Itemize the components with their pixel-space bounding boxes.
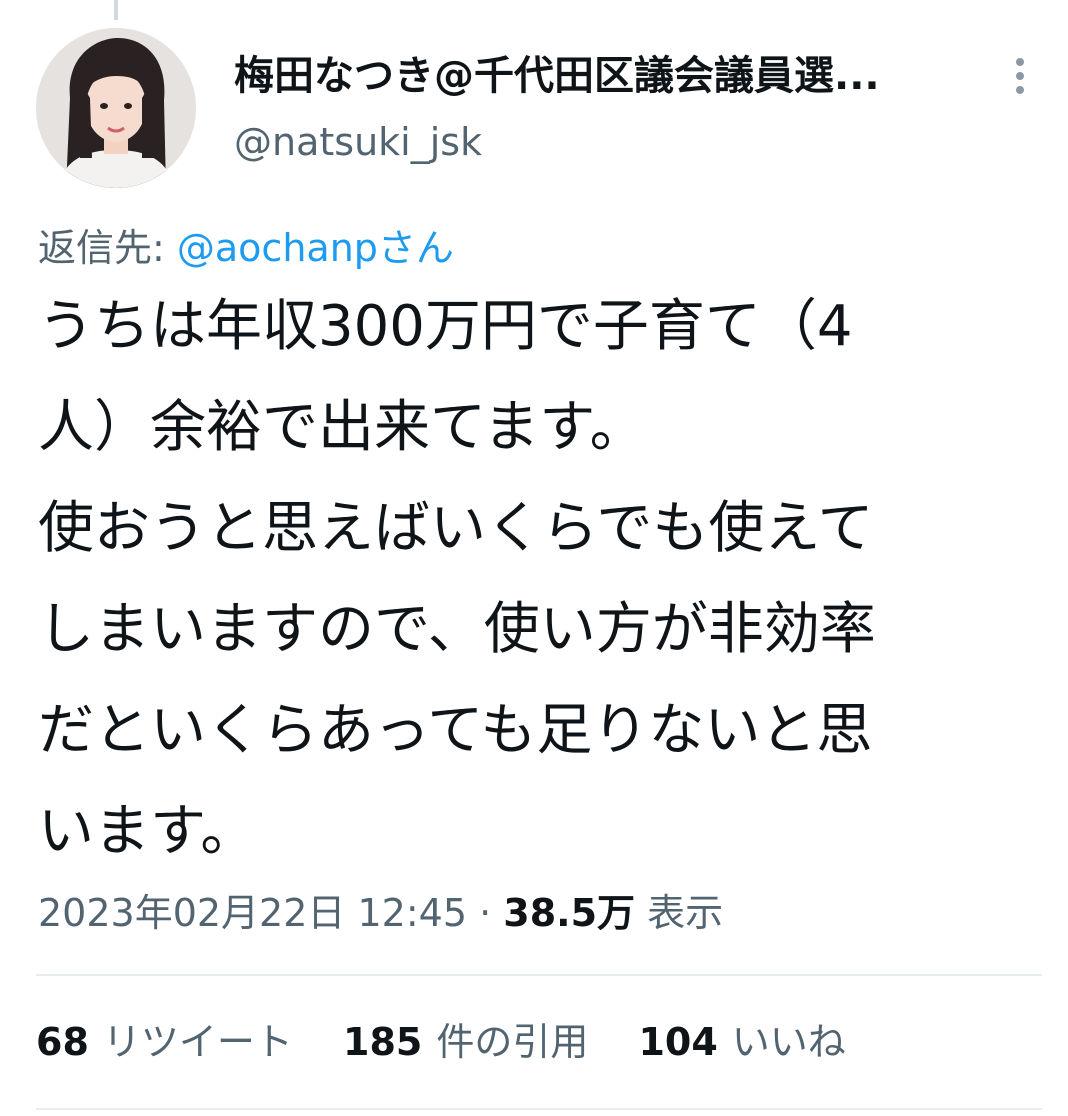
quotes-stat[interactable]: 185 件の引用 <box>343 1012 588 1072</box>
engagement-stats: 68 リツイート 185 件の引用 104 いいね <box>36 1012 884 1072</box>
tweet-text: うちは年収300万円で子育て（4 人）余裕で出来てます。 使おうと思えばいくらで… <box>38 276 1038 882</box>
tweet-text-line: だといくらあっても足りないと思 <box>38 698 873 763</box>
likes-label: いいね <box>731 1020 846 1064</box>
views-label: 表示 <box>647 891 724 935</box>
more-vertical-icon[interactable] <box>1002 52 1038 100</box>
reply-mention-link[interactable]: @aochanpさん <box>177 226 454 270</box>
avatar[interactable] <box>36 28 196 188</box>
divider <box>36 1108 1042 1110</box>
reply-prefix: 返信先: <box>38 226 177 270</box>
tweet-text-line: 使おうと思えばいくらでも使えて <box>38 496 874 561</box>
quotes-count: 185 <box>343 1020 423 1064</box>
tweet-timestamp[interactable]: 2023年02月22日 12:45 <box>38 891 467 935</box>
tweet-metadata: 2023年02月22日 12:45 · 38.5万 表示 <box>38 886 723 940</box>
avatar-photo <box>36 28 196 188</box>
divider <box>36 974 1042 976</box>
retweets-count: 68 <box>36 1020 89 1064</box>
likes-stat[interactable]: 104 いいね <box>638 1012 845 1072</box>
tweet-text-line: うちは年収300万円で子育て（4 <box>38 294 853 359</box>
quotes-label: 件の引用 <box>436 1020 589 1064</box>
thread-connector-line <box>114 0 118 20</box>
author-display-name[interactable]: 梅田なつき@千代田区議会議員選... <box>234 50 954 102</box>
author-handle[interactable]: @natsuki_jsk <box>234 118 482 166</box>
retweets-stat[interactable]: 68 リツイート <box>36 1012 293 1072</box>
retweets-label: リツイート <box>102 1020 293 1064</box>
reply-context: 返信先: @aochanpさん <box>38 224 454 272</box>
meta-separator: · <box>467 891 504 935</box>
tweet-text-line: います。 <box>38 799 257 864</box>
tweet-text-line: しまいますので、使い方が非効率 <box>38 597 876 662</box>
views-count: 38.5万 <box>503 891 636 935</box>
tweet-text-line: 人）余裕で出来てます。 <box>38 395 646 460</box>
likes-count: 104 <box>638 1020 718 1064</box>
